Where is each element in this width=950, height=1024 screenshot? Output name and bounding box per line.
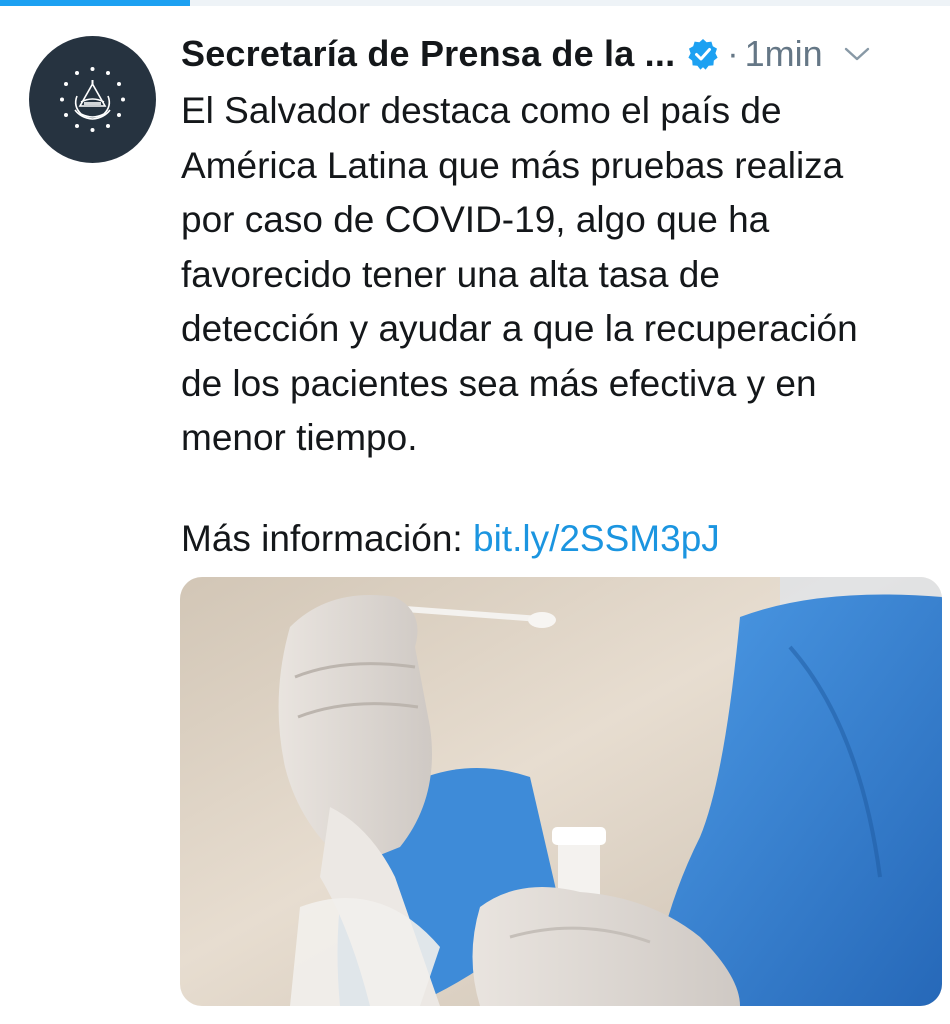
timestamp[interactable]: 1min	[745, 33, 823, 75]
tweet-text-line: favorecido tener una alta tasa de	[181, 253, 720, 295]
tweet-text-line: menor tiempo.	[181, 417, 418, 458]
tweet-text-line: América Latina que más pruebas realiza	[181, 144, 844, 186]
tweet-text-line: de los pacientes sea más efectiva y en	[181, 362, 817, 404]
separator-dot: ·	[727, 34, 739, 73]
coat-of-arms-icon	[60, 67, 125, 132]
tweet-media-photo[interactable]	[180, 577, 942, 1006]
tweet-link[interactable]: bit.ly/2SSM3pJ	[473, 518, 720, 559]
tweet-screen: Secretaría de Prensa de la ... · 1min El…	[0, 0, 950, 1024]
tweet-text: El Salvador destaca como el país de Amér…	[181, 84, 941, 466]
avatar[interactable]	[29, 36, 156, 163]
chevron-down-icon[interactable]	[843, 44, 871, 64]
loading-progress-fill	[0, 0, 190, 6]
more-info-line: Más información: bit.ly/2SSM3pJ	[181, 512, 720, 566]
tweet-text-line: por caso de COVID-19, algo que ha	[181, 199, 770, 240]
more-info-label: Más información:	[181, 518, 463, 559]
display-name[interactable]: Secretaría de Prensa de la ...	[181, 33, 675, 75]
tweet-header: Secretaría de Prensa de la ... · 1min	[181, 28, 931, 80]
verified-badge-icon	[687, 38, 719, 70]
covid-test-photo	[180, 577, 942, 1006]
loading-progress-bar	[0, 0, 950, 6]
tweet-text-line: detección y ayudar a que la recuperación	[181, 308, 858, 349]
tweet-text-line: El Salvador destaca como el país de	[181, 90, 782, 131]
